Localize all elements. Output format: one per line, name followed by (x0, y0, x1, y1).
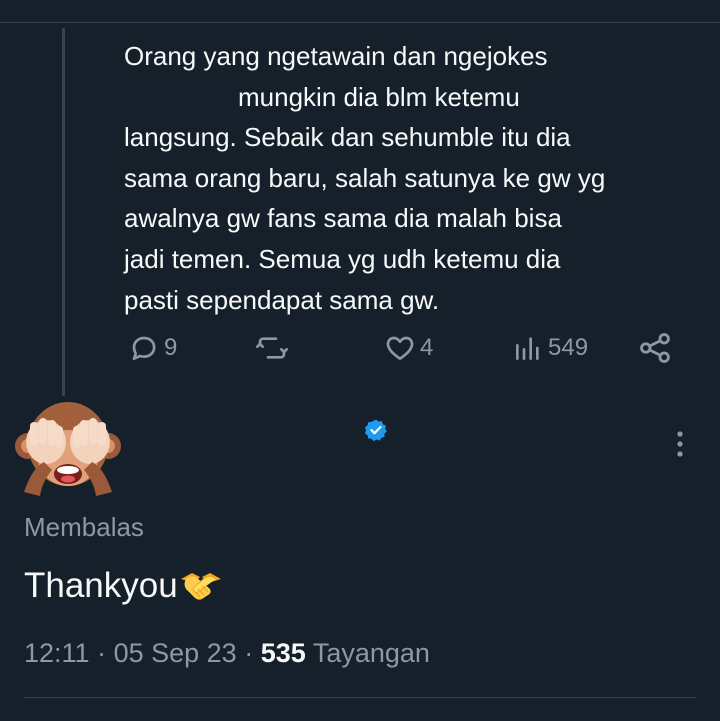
meta-separator: · (244, 638, 254, 668)
like-button[interactable]: 4 (384, 330, 433, 366)
parent-tweet-line: pasti sependapat sama gw. (124, 284, 440, 315)
views-button[interactable]: 549 (512, 330, 588, 366)
parent-tweet-text: Orang yang ngetawain dan ngejokes mungki… (124, 36, 694, 320)
meta-separator: · (97, 638, 107, 668)
parent-tweet-line: jadi temen. Semua yg udh ketemu dia (124, 243, 561, 274)
retweet-icon (254, 332, 290, 364)
heart-icon (384, 332, 416, 364)
views-count: 549 (548, 334, 589, 361)
parent-tweet-line: Orang yang ngetawain dan ngejokes (124, 41, 548, 71)
handshake-icon (180, 569, 222, 603)
reply-tweet-text: Thankyou (24, 566, 222, 606)
tweet-views-label: Tayangan (312, 638, 430, 668)
reply-tweet-body: Thankyou (24, 566, 178, 605)
parent-tweet-line: mungkin dia blm ketemu (238, 81, 520, 112)
parent-tweet-line: awalnya gw fans sama dia malah bisa (124, 203, 562, 234)
tweet-date[interactable]: 05 Sep 23 (114, 638, 237, 668)
bottom-divider (24, 697, 696, 698)
parent-tweet-line: sama orang baru, salah satunya ke gw yg (124, 162, 606, 193)
share-icon (638, 331, 672, 365)
top-divider (0, 22, 720, 23)
verified-badge-icon (364, 418, 388, 442)
share-button[interactable] (638, 330, 672, 366)
tweet-time[interactable]: 12:11 (24, 638, 90, 668)
reply-count: 9 (164, 334, 178, 361)
like-count: 4 (420, 334, 434, 361)
parent-tweet-actions: 9 4 549 (0, 330, 720, 366)
replying-to-label: Membalas (24, 512, 144, 542)
avatar[interactable] (14, 396, 122, 500)
see-no-evil-monkey-icon (14, 402, 122, 504)
analytics-icon (512, 332, 544, 364)
tweet-meta: 12:11 · 05 Sep 23 · 535 Tayangan (24, 638, 430, 669)
tweet-views-count: 535 (260, 638, 306, 668)
more-options-icon[interactable] (668, 428, 692, 460)
reply-icon (128, 332, 160, 364)
retweet-button[interactable] (254, 330, 294, 366)
reply-button[interactable]: 9 (128, 330, 177, 366)
parent-tweet-line: langsung. Sebaik dan sehumble itu dia (124, 122, 571, 153)
